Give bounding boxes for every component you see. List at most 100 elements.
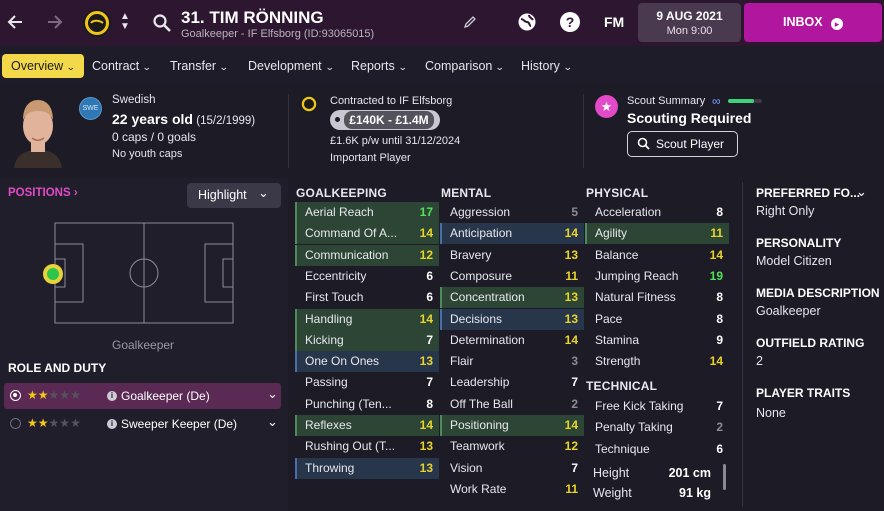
- attribute-name: Natural Fitness: [595, 290, 676, 305]
- positions-heading[interactable]: POSITIONS ›: [8, 187, 78, 199]
- attribute-row[interactable]: Free Kick Taking 7: [585, 396, 729, 417]
- attribute-value: 12: [419, 247, 433, 262]
- attribute-row[interactable]: Aggression 5: [440, 202, 584, 223]
- attribute-row[interactable]: Agility 11: [585, 223, 729, 245]
- attribute-row[interactable]: Composure 11: [440, 266, 584, 287]
- search-icon[interactable]: [152, 13, 172, 33]
- world-icon[interactable]: [517, 12, 537, 32]
- club-crest-icon[interactable]: [82, 8, 112, 38]
- attribute-value: 13: [564, 311, 578, 326]
- tab-contract[interactable]: Contract ⌄: [92, 54, 152, 78]
- chevron-down-icon[interactable]: ⌄: [267, 414, 278, 430]
- attribute-row[interactable]: Passing 7: [295, 372, 439, 393]
- attribute-value: 3: [571, 354, 578, 369]
- attribute-row[interactable]: Concentration 13: [440, 287, 584, 309]
- media-description-value: Goalkeeper: [756, 304, 821, 318]
- info-icon[interactable]: i: [107, 419, 117, 429]
- chevron-right-icon: ›: [73, 187, 78, 199]
- attribute-row[interactable]: Anticipation 14: [440, 223, 584, 245]
- attribute-row[interactable]: Aerial Reach 17: [295, 202, 439, 223]
- help-icon[interactable]: ?: [560, 12, 580, 32]
- media-description-heading: MEDIA DESCRIPTION: [756, 286, 880, 300]
- scout-player-button[interactable]: Scout Player: [627, 131, 738, 157]
- chevron-down-icon: ⌄: [562, 62, 573, 72]
- attribute-name: Decisions: [450, 311, 503, 326]
- attribute-row[interactable]: Teamwork 12: [440, 436, 584, 457]
- edit-icon[interactable]: [463, 15, 477, 29]
- attribute-row[interactable]: Stamina 9: [585, 330, 729, 351]
- attribute-row[interactable]: Determination 14: [440, 330, 584, 351]
- back-arrow-icon[interactable]: [6, 12, 26, 32]
- tab-history[interactable]: History ⌄: [521, 54, 573, 78]
- tab-label: Comparison: [425, 59, 493, 73]
- fm-menu-button[interactable]: FM: [604, 14, 624, 30]
- inbox-button[interactable]: INBOX ▸: [744, 3, 882, 42]
- attribute-row[interactable]: Throwing 13: [295, 457, 439, 479]
- chevron-down-icon[interactable]: ⌄: [267, 386, 278, 402]
- height-value: 201 cm: [668, 466, 711, 480]
- time-label: Mon 9:00: [666, 25, 713, 37]
- attribute-row[interactable]: Punching (Ten... 8: [295, 394, 439, 415]
- personality-heading: PERSONALITY: [756, 236, 842, 250]
- attribute-row[interactable]: Natural Fitness 8: [585, 287, 729, 308]
- attribute-row[interactable]: Kicking 7: [295, 329, 439, 351]
- attribute-row[interactable]: Work Rate 11: [440, 479, 584, 500]
- tab-label: History: [521, 59, 560, 73]
- value-marker-icon: [335, 117, 340, 122]
- radio-icon[interactable]: [10, 418, 21, 429]
- attribute-row[interactable]: Jumping Reach 19: [585, 266, 729, 287]
- attribute-value: 7: [571, 460, 578, 475]
- attribute-row[interactable]: Technique 6: [585, 439, 729, 460]
- attribute-row[interactable]: Reflexes 14: [295, 415, 439, 436]
- info-icon[interactable]: i: [107, 391, 117, 401]
- attribute-row[interactable]: First Touch 6: [295, 287, 439, 308]
- player-switch-chevron-icon[interactable]: ▲ ▼: [119, 12, 131, 34]
- attribute-row[interactable]: Vision 7: [440, 458, 584, 479]
- tab-reports[interactable]: Reports ⌄: [351, 54, 407, 78]
- attribute-value: 19: [709, 268, 723, 283]
- attribute-value: 14: [709, 247, 723, 262]
- attribute-row[interactable]: Pace 8: [585, 309, 729, 330]
- tab-comparison[interactable]: Comparison ⌄: [425, 54, 505, 78]
- tab-label: Contract: [92, 59, 140, 73]
- nationality[interactable]: Swedish: [112, 94, 155, 106]
- role-row[interactable]: ★★★★★ i Sweeper Keeper (De) ⌄: [4, 411, 281, 437]
- attribute-row[interactable]: Leadership 7: [440, 372, 584, 393]
- tab-transfer[interactable]: Transfer ⌄: [170, 54, 229, 78]
- attribute-row[interactable]: Eccentricity 6: [295, 266, 439, 287]
- forward-arrow-icon[interactable]: [44, 12, 64, 32]
- attribute-row[interactable]: Communication 12: [295, 244, 439, 266]
- star-icon: ★: [27, 388, 38, 402]
- attribute-value: 14: [564, 226, 578, 241]
- goalkeeper-position-marker[interactable]: [43, 264, 63, 284]
- attribute-row[interactable]: Positioning 14: [440, 415, 584, 436]
- attribute-row[interactable]: Command Of A... 14: [295, 223, 439, 245]
- attribute-row[interactable]: Flair 3: [440, 351, 584, 372]
- chevron-down-icon[interactable]: ⌄: [856, 184, 867, 200]
- attribute-row[interactable]: Balance 14: [585, 245, 729, 266]
- attribute-row[interactable]: Penalty Taking 2: [585, 417, 729, 438]
- tab-overview[interactable]: Overview ⌄: [2, 54, 84, 78]
- youth-caps-label: No youth caps: [112, 148, 183, 160]
- attribute-row[interactable]: Decisions 13: [440, 308, 584, 330]
- attribute-row[interactable]: Strength 14: [585, 351, 729, 372]
- role-row-selected[interactable]: ★★★★★ i Goalkeeper (De) ⌄: [4, 383, 281, 409]
- transfer-value-badge[interactable]: £140K - £1.4M: [330, 110, 440, 130]
- inbox-label: INBOX: [783, 15, 823, 29]
- attribute-row[interactable]: Bravery 13: [440, 245, 584, 266]
- radio-selected-icon[interactable]: [10, 390, 21, 401]
- attribute-row[interactable]: Rushing Out (T... 13: [295, 436, 439, 457]
- tab-development[interactable]: Development ⌄: [248, 54, 334, 78]
- highlight-dropdown[interactable]: Highlight ⌄: [187, 183, 281, 208]
- attribute-name: Handling: [305, 311, 353, 326]
- attribute-row[interactable]: Acceleration 8: [585, 202, 729, 223]
- transfer-value: £140K - £1.4M: [344, 111, 434, 129]
- physical-heading: PHYSICAL: [586, 186, 649, 200]
- attribute-row[interactable]: Off The Ball 2: [440, 394, 584, 415]
- date-button[interactable]: 9 AUG 2021 Mon 9:00: [638, 3, 741, 42]
- attribute-row[interactable]: Handling 14: [295, 308, 439, 330]
- scrollbar[interactable]: [723, 464, 726, 490]
- contract-club-line[interactable]: Contracted to IF Elfsborg: [330, 95, 452, 107]
- attribute-row[interactable]: One On Ones 13: [295, 351, 439, 373]
- position-name: Goalkeeper: [112, 338, 175, 352]
